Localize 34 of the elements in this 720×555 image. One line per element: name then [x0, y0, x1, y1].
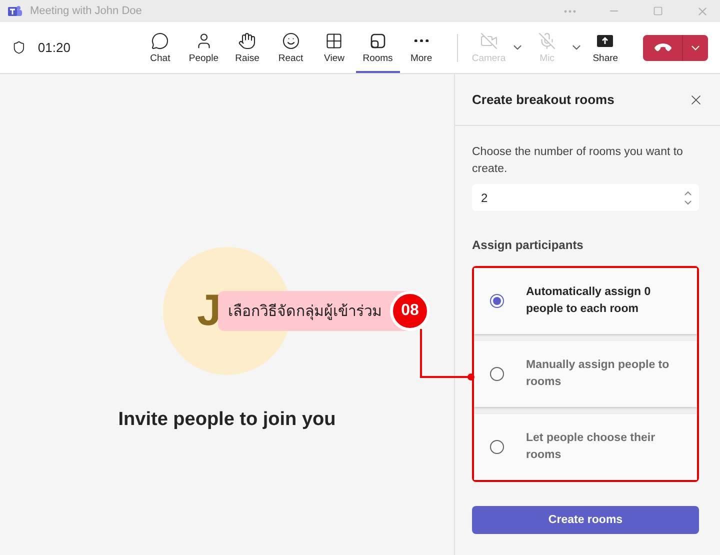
toolbar-button[interactable]: People [182, 22, 226, 73]
room-count-field[interactable]: 2 [472, 184, 699, 211]
avatar-initials: J [197, 289, 222, 333]
mic-off-icon [538, 32, 556, 50]
section-heading: Assign participants [472, 238, 584, 252]
grid-icon [325, 32, 344, 50]
toolbar-button[interactable]: Rooms [356, 22, 400, 73]
meeting-timer: 01:20 [38, 40, 70, 55]
app-logo-icon [8, 4, 22, 18]
description-text: Choose the number of rooms you want to create. [472, 145, 684, 177]
leave-menu-button[interactable] [682, 34, 708, 60]
toolbar-button[interactable]: Share [584, 22, 628, 73]
spinner-icon[interactable] [683, 188, 693, 206]
toolbar-button[interactable]: Chat [138, 22, 182, 73]
leave-button[interactable] [643, 34, 682, 60]
shield-icon [12, 40, 26, 55]
toolbar-button[interactable]: Raise [225, 22, 269, 73]
toolbar-button[interactable]: More [400, 22, 444, 73]
smiley-icon [282, 32, 300, 50]
assign-option[interactable]: Let people choose their rooms [474, 414, 697, 480]
chat-bubble-icon [151, 32, 170, 50]
assign-option[interactable]: Automatically assign 0 people to each room [474, 268, 697, 334]
assign-option[interactable]: Manually assign people to rooms [474, 341, 697, 407]
invite-text: Invite people to join you [118, 409, 336, 431]
hand-icon [238, 32, 256, 50]
toolbar-button[interactable]: React [268, 22, 312, 73]
toolbar-button[interactable]: View [312, 22, 356, 73]
more-icon[interactable] [414, 38, 429, 42]
window-title: Meeting with John Doe [30, 5, 143, 17]
camera-off-icon [480, 32, 498, 50]
rooms-icon [368, 32, 387, 50]
create-rooms-button[interactable]: Create rooms [472, 506, 699, 534]
step-number: 08 [390, 291, 430, 331]
panel-title: Create breakout rooms [472, 92, 614, 107]
